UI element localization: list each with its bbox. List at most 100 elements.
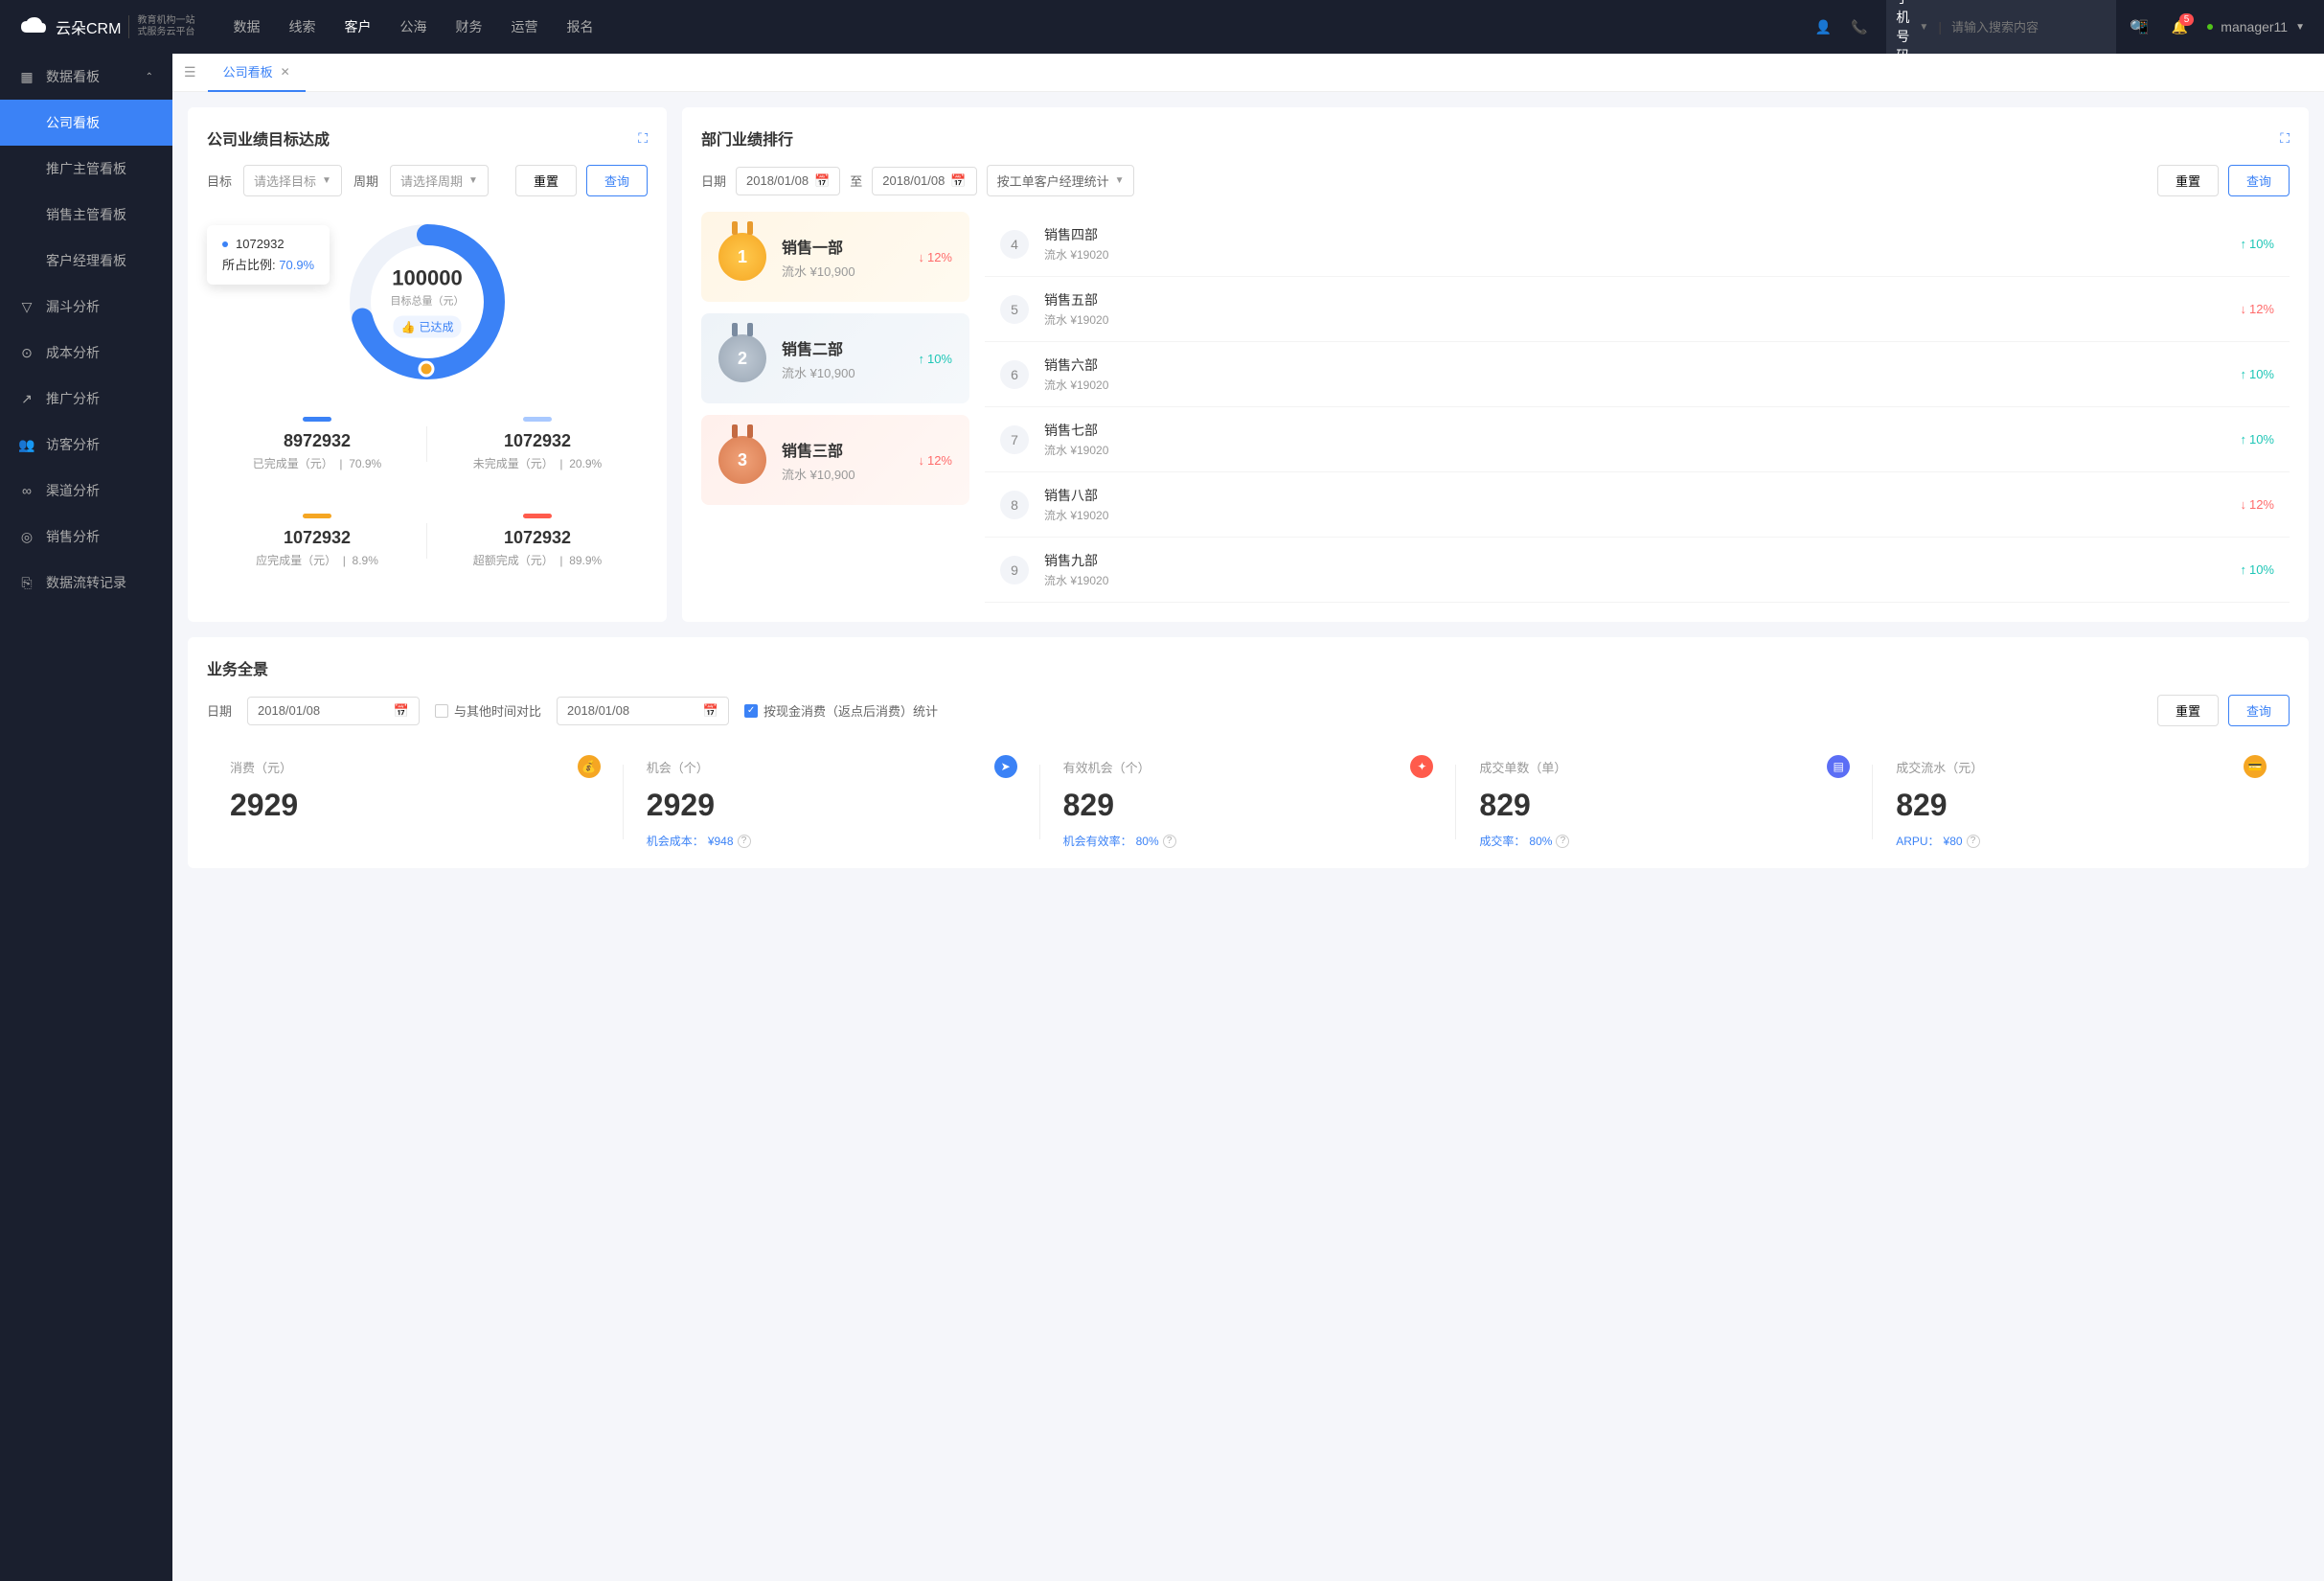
menu-icon: ⊙ [19,345,34,360]
kpi-card: 机会（个）➤2929机会成本：¥948? [624,755,1040,849]
kpi-icon: ✦ [1410,755,1433,778]
menu-collapse-icon[interactable]: ☰ [184,64,196,80]
arrow-up-icon: ↑ [918,352,924,366]
sidebar-item[interactable]: 👥访客分析 [0,422,172,468]
donut-chart: 100000 目标总量（元） 👍已达成 [341,216,513,388]
rank-number: 9 [1000,556,1029,584]
query-button[interactable]: 查询 [2228,165,2290,196]
arrow-down-icon: ↓ [2240,497,2246,512]
kpi-icon: ➤ [994,755,1017,778]
kpi-icon: 💳 [2244,755,2267,778]
logo: 云朵CRM 教育机构一站 式服务云平台 [19,15,194,38]
panel-title: 公司业绩目标达成 [207,126,330,149]
search-input[interactable] [1951,20,2120,34]
panel-department-ranking: 部门业绩排行 ⛶ 日期 2018/01/08📅 至 2018/01/08📅 按工… [682,107,2309,622]
cloud-icon [19,15,48,38]
kpi-icon: 💰 [578,755,601,778]
rank-row: 5销售五部流水 ¥19020↓12% [985,277,2290,342]
sidebar-item[interactable]: ▽漏斗分析 [0,284,172,330]
phone-icon[interactable]: 📞 [1851,19,1867,35]
user-icon[interactable]: 👤 [1815,19,1832,35]
period-select[interactable]: 请选择周期▼ [390,165,489,196]
compare-checkbox[interactable]: 与其他时间对比 [435,701,541,720]
help-icon[interactable]: ? [1556,835,1569,848]
expand-icon[interactable]: ⛶ [638,130,648,147]
sidebar-item[interactable]: ⊙成本分析 [0,330,172,376]
panel-title: 部门业绩排行 [701,126,793,149]
reset-button[interactable]: 重置 [2157,695,2219,726]
menu-icon: ◎ [19,529,34,544]
arrow-up-icon: ↑ [2240,367,2246,381]
thumbs-up-icon: 👍 [401,320,416,333]
rank-row: 4销售四部流水 ¥19020↑10% [985,212,2290,277]
rank-number: 6 [1000,360,1029,389]
calendar-icon: 📅 [394,703,409,719]
mobile-icon[interactable]: 📱 [2135,19,2152,35]
expand-icon[interactable]: ⛶ [2280,130,2290,147]
nav-item[interactable]: 财务 [455,17,482,36]
chevron-down-icon: ▼ [1919,22,1928,33]
panel-title: 业务全景 [207,656,268,679]
logo-text: 云朵CRM [56,15,121,38]
rank-card: 2销售二部流水 ¥10,900↑10% [701,313,969,403]
sidebar-sub-item[interactable]: 公司看板 [0,100,172,146]
stat-cell: 1072932未完成量（元） | 20.9% [427,407,648,481]
nav-item[interactable]: 报名 [566,17,593,36]
rank-row: 8销售八部流水 ¥19020↓12% [985,472,2290,538]
medal-icon: 3 [718,436,766,484]
top-header: 云朵CRM 教育机构一站 式服务云平台 数据线索客户公海财务运营报名 👤 📞 手… [0,0,2324,54]
chevron-up-icon: ⌃ [146,72,153,82]
calendar-icon: 📅 [814,173,830,189]
nav-item[interactable]: 数据 [233,17,260,36]
arrow-down-icon: ↓ [2240,302,2246,316]
bell-icon[interactable]: 🔔5 [2172,19,2188,35]
sidebar-sub-item[interactable]: 客户经理看板 [0,238,172,284]
nav-item[interactable]: 线索 [288,17,315,36]
compare-date-input[interactable]: 2018/01/08📅 [557,697,729,725]
sidebar-sub-item[interactable]: 推广主管看板 [0,146,172,192]
rank-number: 7 [1000,425,1029,454]
nav-item[interactable]: 客户 [344,17,371,36]
menu-icon: 👥 [19,437,34,452]
cash-checkbox[interactable]: ✓按现金消费（返点后消费）统计 [744,701,938,720]
close-icon[interactable]: ✕ [281,65,290,79]
arrow-down-icon: ↓ [918,453,924,468]
sidebar-sub-item[interactable]: 销售主管看板 [0,192,172,238]
user-menu[interactable]: manager11 ▼ [2207,19,2305,34]
kpi-card: 成交流水（元）💳829ARPU：¥80? [1873,755,2290,849]
panel-target-achievement: 公司业绩目标达成 ⛶ 目标 请选择目标▼ 周期 请选择周期▼ 重置 查询 [188,107,667,622]
stat-cell: 8972932已完成量（元） | 70.9% [207,407,427,481]
rank-card: 3销售三部流水 ¥10,900↓12% [701,415,969,505]
sidebar-item[interactable]: ↗推广分析 [0,376,172,422]
stat-type-select[interactable]: 按工单客户经理统计▼ [987,165,1135,196]
medal-icon: 2 [718,334,766,382]
status-dot-icon [2207,24,2213,30]
rank-row: 7销售七部流水 ¥19020↑10% [985,407,2290,472]
chart-tooltip: 1072932 所占比例: 70.9% [207,225,330,285]
chevron-down-icon: ▼ [468,175,478,186]
overview-date-input[interactable]: 2018/01/08📅 [247,697,420,725]
reset-button[interactable]: 重置 [2157,165,2219,196]
query-button[interactable]: 查询 [2228,695,2290,726]
menu-icon: ∞ [19,483,34,498]
sidebar-item[interactable]: ⎘数据流转记录 [0,560,172,606]
help-icon[interactable]: ? [738,835,751,848]
date-to-input[interactable]: 2018/01/08📅 [872,167,976,195]
query-button[interactable]: 查询 [586,165,648,196]
medal-icon: 1 [718,233,766,281]
dashboard-icon: ▦ [19,69,34,84]
nav-item[interactable]: 运营 [511,17,537,36]
sidebar-group-dashboard[interactable]: ▦数据看板 ⌃ [0,54,172,100]
help-icon[interactable]: ? [1967,835,1980,848]
reset-button[interactable]: 重置 [515,165,577,196]
panel-business-overview: 业务全景 日期 2018/01/08📅 与其他时间对比 2018/01/08📅 … [188,637,2309,868]
date-from-input[interactable]: 2018/01/08📅 [736,167,840,195]
sidebar-item[interactable]: ◎销售分析 [0,514,172,560]
target-select[interactable]: 请选择目标▼ [243,165,342,196]
help-icon[interactable]: ? [1163,835,1176,848]
kpi-card: 成交单数（单）▤829成交率：80%? [1456,755,1873,849]
top-nav: 数据 线索 客户 公海 财务 运营 报名 [233,17,1814,36]
sidebar-item[interactable]: ∞渠道分析 [0,468,172,514]
tab-company-board[interactable]: 公司看板 ✕ [208,54,306,92]
nav-item[interactable]: 公海 [399,17,426,36]
